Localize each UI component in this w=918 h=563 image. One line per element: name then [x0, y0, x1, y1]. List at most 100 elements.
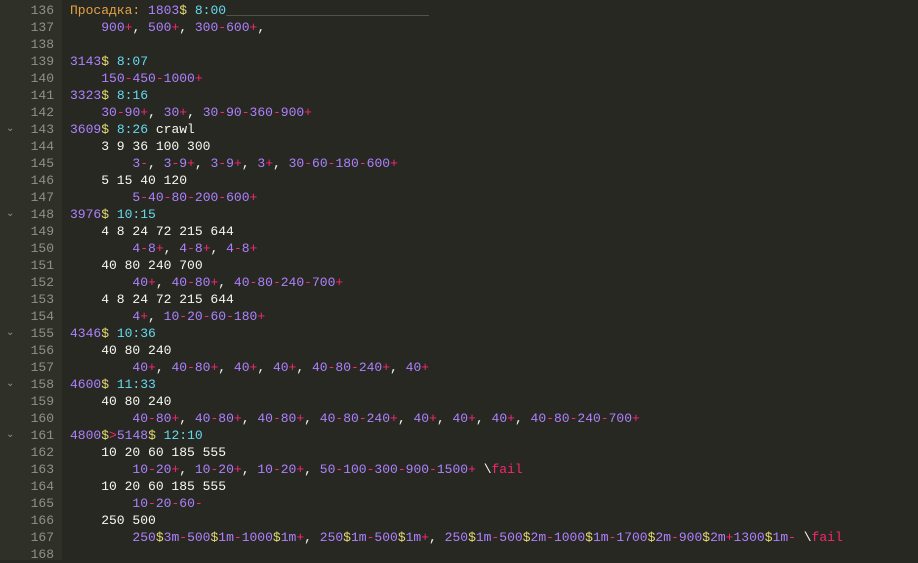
line-number[interactable]: 156 [10, 342, 54, 359]
line-number[interactable]: 160 [10, 410, 54, 427]
token: - [226, 309, 234, 324]
code-line[interactable]: 4600$ 11:33 [70, 376, 918, 393]
token: - [788, 530, 804, 545]
code-line[interactable]: 40+, 40-80+, 40+, 40+, 40-80-240+, 40+ [70, 359, 918, 376]
line-number[interactable]: 167 [10, 529, 54, 546]
line-number[interactable]: 151 [10, 257, 54, 274]
fold-chevron-icon[interactable]: ⌄ [6, 121, 14, 138]
line-number[interactable]: 137 [10, 19, 54, 36]
token: 80 [257, 275, 273, 290]
token: , [148, 105, 164, 120]
code-line[interactable]: 10-20+, 10-20+, 10-20+, 50-100-300-900-1… [70, 461, 918, 478]
line-number[interactable]: 139 [10, 53, 54, 70]
code-line[interactable] [70, 546, 918, 563]
line-number-gutter[interactable]: 136137138139140141142143⌄144145146147148… [0, 0, 62, 560]
line-number[interactable]: 154 [10, 308, 54, 325]
token: 300 [195, 20, 218, 35]
fold-chevron-icon[interactable]: ⌄ [6, 427, 14, 444]
line-number[interactable]: 146 [10, 172, 54, 189]
line-number[interactable]: 152 [10, 274, 54, 291]
code-line[interactable]: 40 80 240 700 [70, 257, 918, 274]
token: 900 [679, 530, 702, 545]
code-line[interactable]: 3609$ 8:26 crawl [70, 121, 918, 138]
line-number[interactable]: 149 [10, 223, 54, 240]
token: 1m [281, 530, 297, 545]
token: , [390, 360, 406, 375]
code-content[interactable]: Просадка: 1803$ 8:00____________________… [62, 0, 918, 560]
line-number[interactable]: 153 [10, 291, 54, 308]
token: , [179, 411, 195, 426]
token: 900 [101, 20, 124, 35]
line-number[interactable]: 159 [10, 393, 54, 410]
line-number[interactable]: 158⌄ [10, 376, 54, 393]
line-number[interactable]: 163 [10, 461, 54, 478]
code-line[interactable]: 3-, 3-9+, 3-9+, 3+, 30-60-180-600+ [70, 155, 918, 172]
code-line[interactable]: 150-450-1000+ [70, 70, 918, 87]
line-number[interactable]: 165 [10, 495, 54, 512]
line-number[interactable]: 143⌄ [10, 121, 54, 138]
token: 40 [234, 360, 250, 375]
line-number[interactable]: 150 [10, 240, 54, 257]
code-line[interactable]: 40 80 240 [70, 393, 918, 410]
code-line[interactable]: 30-90+, 30+, 30-90-360-900+ [70, 104, 918, 121]
code-line[interactable]: 250$3m-500$1m-1000$1m+, 250$1m-500$1m+, … [70, 529, 918, 546]
line-number[interactable]: 161⌄ [10, 427, 54, 444]
code-line[interactable]: 250 500 [70, 512, 918, 529]
fold-chevron-icon[interactable]: ⌄ [6, 206, 14, 223]
code-line[interactable]: 5-40-80-200-600+ [70, 189, 918, 206]
token: 8 [195, 241, 203, 256]
token: - [546, 411, 554, 426]
token: $ [468, 530, 476, 545]
line-number[interactable]: 147 [10, 189, 54, 206]
token: - [273, 275, 281, 290]
line-number[interactable]: 140 [10, 70, 54, 87]
code-line[interactable]: 4346$ 10:36 [70, 325, 918, 342]
line-number[interactable]: 166 [10, 512, 54, 529]
code-line[interactable]: 5 15 40 120 [70, 172, 918, 189]
code-line[interactable]: 4+, 10-20-60-180+ [70, 308, 918, 325]
code-line[interactable]: 4 8 24 72 215 644 [70, 223, 918, 240]
code-line[interactable]: Просадка: 1803$ 8:00____________________… [70, 2, 918, 19]
code-line[interactable]: 4-8+, 4-8+, 4-8+ [70, 240, 918, 257]
token: 80 [343, 411, 359, 426]
line-number[interactable]: 168 [10, 546, 54, 563]
line-number[interactable]: 142 [10, 104, 54, 121]
fold-chevron-icon[interactable]: ⌄ [6, 376, 14, 393]
code-line[interactable]: 10-20-60- [70, 495, 918, 512]
code-line[interactable]: 4800$>5148$ 12:10 [70, 427, 918, 444]
token: 80 [195, 275, 211, 290]
token: 4600 [70, 377, 101, 392]
code-line[interactable]: 900+, 500+, 300-600+, [70, 19, 918, 36]
line-number[interactable]: 162 [10, 444, 54, 461]
line-number[interactable]: 157 [10, 359, 54, 376]
token: - [148, 462, 156, 477]
code-line[interactable]: 3323$ 8:16 [70, 87, 918, 104]
code-line[interactable]: 3976$ 10:15 [70, 206, 918, 223]
code-line[interactable]: 40+, 40-80+, 40-80-240-700+ [70, 274, 918, 291]
code-line[interactable]: 3 9 36 100 300 [70, 138, 918, 155]
token: > [109, 428, 117, 443]
code-line[interactable]: 40 80 240 [70, 342, 918, 359]
line-number[interactable]: 144 [10, 138, 54, 155]
code-line[interactable]: 4 8 24 72 215 644 [70, 291, 918, 308]
code-line[interactable] [70, 36, 918, 53]
line-number[interactable]: 138 [10, 36, 54, 53]
line-number[interactable]: 155⌄ [10, 325, 54, 342]
line-number[interactable]: 141 [10, 87, 54, 104]
code-line[interactable]: 10 20 60 185 555 [70, 444, 918, 461]
token: 40 [195, 411, 211, 426]
token: 40 [320, 411, 336, 426]
token: - [187, 190, 195, 205]
code-line[interactable]: 10 20 60 185 555 [70, 478, 918, 495]
token: 40 [492, 411, 508, 426]
code-line[interactable]: 40-80+, 40-80+, 40-80+, 40-80-240+, 40+,… [70, 410, 918, 427]
token [70, 105, 101, 120]
line-number[interactable]: 164 [10, 478, 54, 495]
fold-chevron-icon[interactable]: ⌄ [6, 325, 14, 342]
token: - [359, 156, 367, 171]
line-number[interactable]: 148⌄ [10, 206, 54, 223]
token: 250 [320, 530, 343, 545]
code-line[interactable]: 3143$ 8:07 [70, 53, 918, 70]
line-number[interactable]: 145 [10, 155, 54, 172]
line-number[interactable]: 136 [10, 2, 54, 19]
